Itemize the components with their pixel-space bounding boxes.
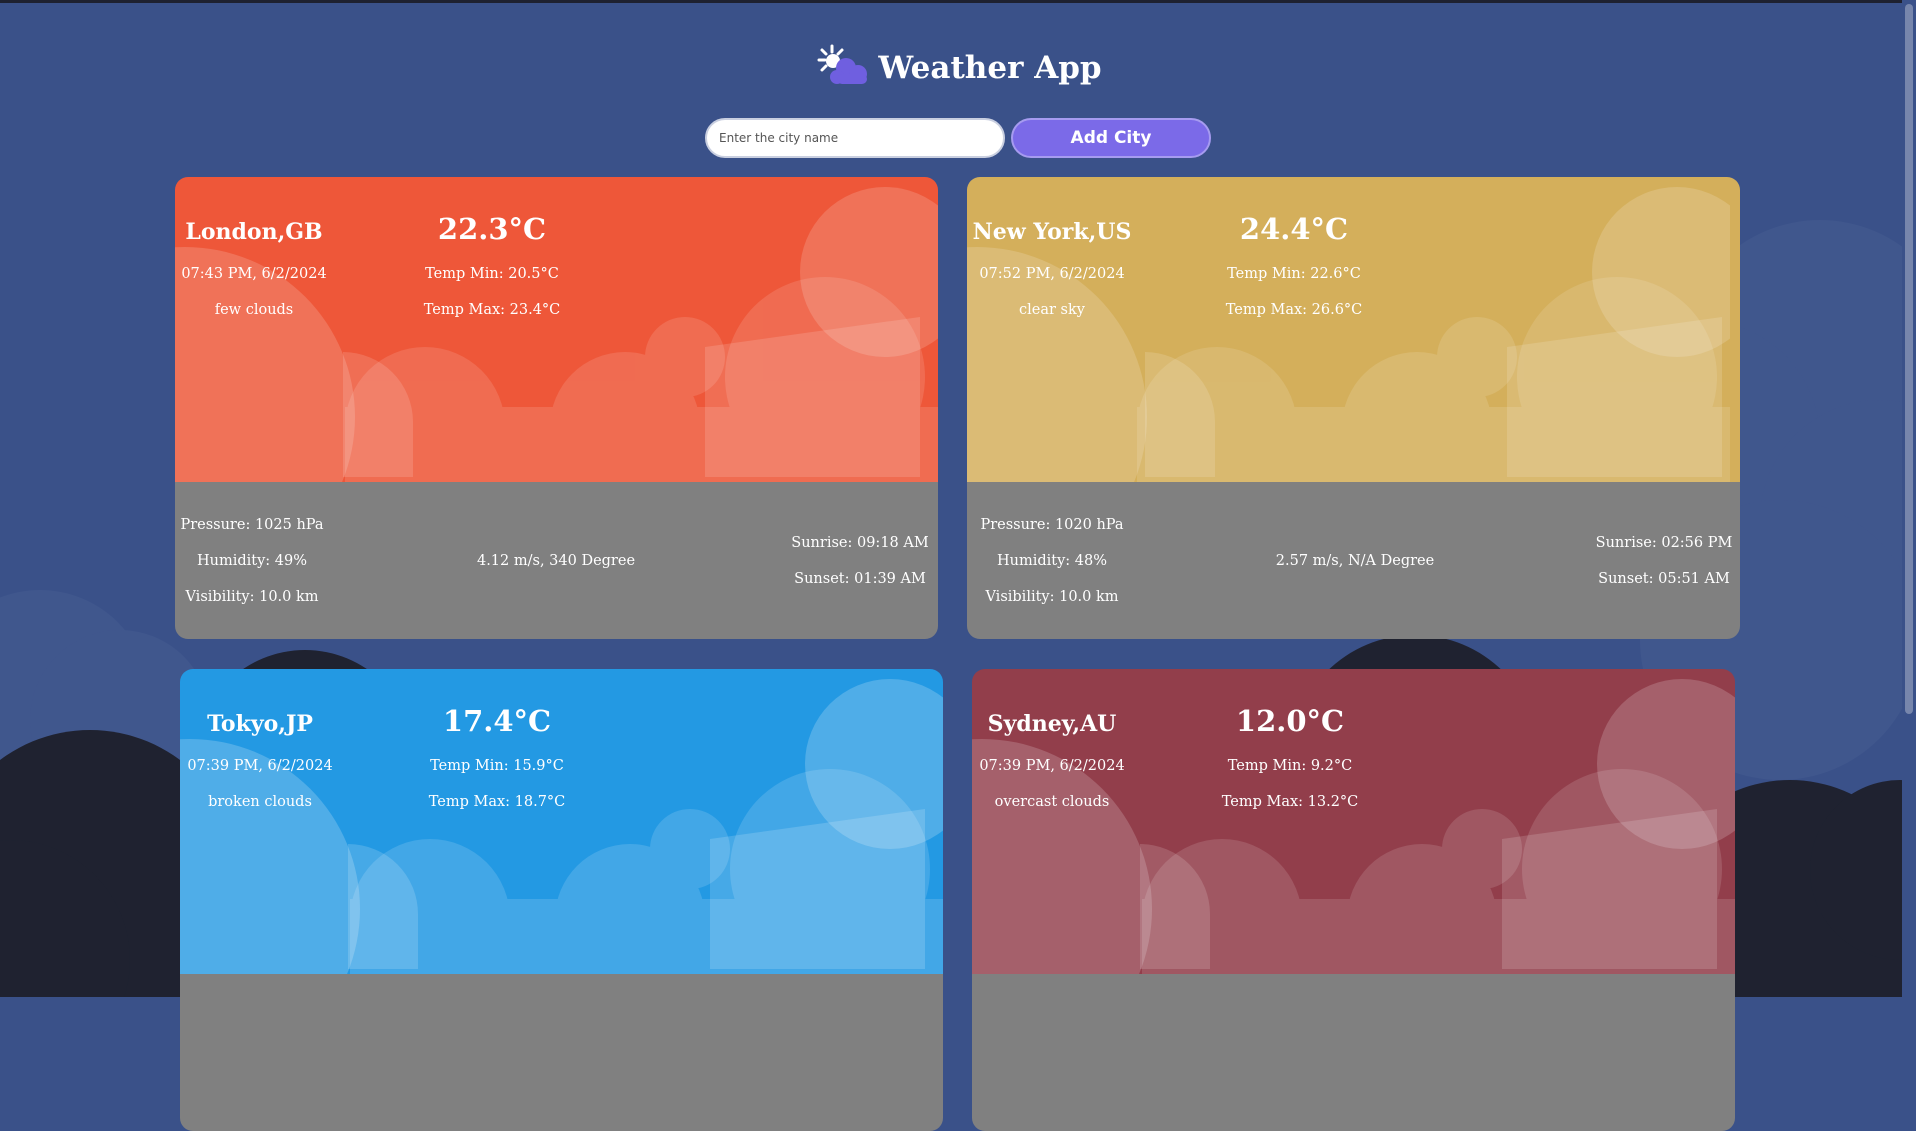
- sunrise: Sunrise: 09:18 AM: [791, 535, 929, 551]
- pressure: Pressure: 1025 hPa: [180, 517, 324, 533]
- current-temperature: 17.4°C: [442, 704, 552, 738]
- sunset: Sunset: 01:39 AM: [794, 571, 926, 587]
- temp-max: Temp Max: 18.7°C: [428, 794, 566, 810]
- local-datetime: 07:52 PM, 6/2/2024: [979, 266, 1125, 282]
- current-temperature: 12.0°C: [1235, 704, 1345, 738]
- add-city-form: Add City: [0, 117, 1916, 159]
- app-header: Weather App: [0, 38, 1916, 98]
- local-datetime: 07:39 PM, 6/2/2024: [187, 758, 333, 774]
- card-details: Pressure: 1025 hPa Humidity: 49% Visibil…: [175, 482, 938, 639]
- weather-description: broken clouds: [208, 794, 312, 810]
- city-search-input[interactable]: [705, 118, 1005, 158]
- weather-description: overcast clouds: [994, 794, 1110, 810]
- weather-card-london: London,GB 07:43 PM, 6/2/2024 few clouds …: [175, 177, 938, 639]
- temp-min: Temp Min: 15.9°C: [430, 758, 564, 774]
- card-details: [972, 974, 1735, 1131]
- card-details: Pressure: 1020 hPa Humidity: 48% Visibil…: [967, 482, 1740, 639]
- humidity: Humidity: 48%: [996, 553, 1108, 569]
- card-summary: Sydney,AU 07:39 PM, 6/2/2024 overcast cl…: [972, 669, 1735, 974]
- card-summary: Tokyo,JP 07:39 PM, 6/2/2024 broken cloud…: [180, 669, 943, 974]
- city-name: London,GB: [185, 219, 323, 245]
- weather-card-tokyo: Tokyo,JP 07:39 PM, 6/2/2024 broken cloud…: [180, 669, 943, 1131]
- temp-min: Temp Min: 20.5°C: [425, 266, 559, 282]
- weather-card-new-york: New York,US 07:52 PM, 6/2/2024 clear sky…: [967, 177, 1740, 639]
- wind: 2.57 m/s, N/A Degree: [1275, 553, 1435, 569]
- card-summary: New York,US 07:52 PM, 6/2/2024 clear sky…: [967, 177, 1740, 482]
- sun-cloud-icon: [817, 44, 868, 84]
- temp-min: Temp Min: 22.6°C: [1227, 266, 1361, 282]
- current-temperature: 22.3°C: [437, 212, 547, 246]
- city-name: Sydney,AU: [987, 711, 1117, 737]
- scrollbar-thumb[interactable]: [1905, 4, 1913, 714]
- temp-max: Temp Max: 13.2°C: [1221, 794, 1359, 810]
- visibility: Visibility: 10.0 km: [985, 589, 1119, 605]
- wind: 4.12 m/s, 340 Degree: [476, 553, 636, 569]
- add-city-button[interactable]: Add City: [1011, 118, 1211, 158]
- app-title: Weather App: [878, 50, 1102, 86]
- weather-description: few clouds: [214, 302, 294, 318]
- visibility: Visibility: 10.0 km: [185, 589, 319, 605]
- pressure: Pressure: 1020 hPa: [980, 517, 1124, 533]
- card-summary: London,GB 07:43 PM, 6/2/2024 few clouds …: [175, 177, 938, 482]
- local-datetime: 07:43 PM, 6/2/2024: [181, 266, 327, 282]
- local-datetime: 07:39 PM, 6/2/2024: [979, 758, 1125, 774]
- city-name: New York,US: [972, 219, 1132, 245]
- temp-min: Temp Min: 9.2°C: [1227, 758, 1353, 774]
- temp-max: Temp Max: 23.4°C: [423, 302, 561, 318]
- sunrise: Sunrise: 02:56 PM: [1595, 535, 1733, 551]
- current-temperature: 24.4°C: [1239, 212, 1349, 246]
- weather-card-sydney: Sydney,AU 07:39 PM, 6/2/2024 overcast cl…: [972, 669, 1735, 1131]
- city-name: Tokyo,JP: [207, 711, 313, 737]
- sunset: Sunset: 05:51 AM: [1598, 571, 1730, 587]
- humidity: Humidity: 49%: [196, 553, 308, 569]
- weather-description: clear sky: [1019, 302, 1085, 318]
- temp-max: Temp Max: 26.6°C: [1225, 302, 1363, 318]
- card-details: [180, 974, 943, 1131]
